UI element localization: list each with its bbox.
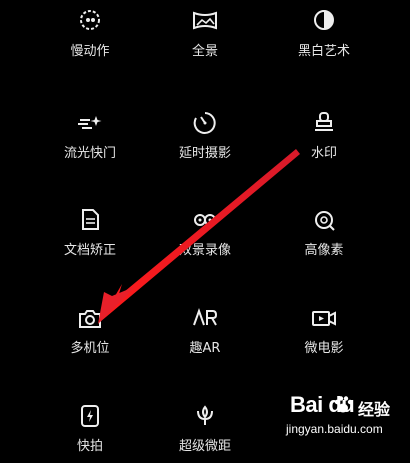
watermark-text: 经验 [358,400,391,419]
document-icon [74,207,106,239]
mode-light-painting[interactable]: 流光快门 [30,110,150,170]
mode-panorama[interactable]: 全景 [145,8,265,68]
mode-label: 全景 [191,44,218,59]
mode-time-lapse[interactable]: 延时摄影 [145,110,265,170]
super-macro-icon [189,403,221,435]
multi-camera-icon [74,305,106,337]
mode-dual-view[interactable]: 双景录像 [145,207,265,267]
time-lapse-icon [189,110,221,142]
mode-multi-camera[interactable]: 多机位 [30,305,150,365]
mode-label: 慢动作 [70,44,110,59]
mode-label: 高像素 [304,243,344,258]
mode-monochrome[interactable]: 黑白艺术 [264,8,384,68]
mode-label: 超级微距 [178,439,231,454]
mode-label: 文档矫正 [63,243,116,258]
mode-label: 流光快门 [63,146,116,161]
mode-label: 黑白艺术 [297,44,350,59]
mode-super-macro[interactable]: 超级微距 [145,403,265,463]
mode-label: 快拍 [76,439,103,454]
light-painting-icon [74,110,106,142]
slow-motion-icon [74,8,106,40]
mode-label: 双景录像 [178,243,231,258]
watermark-url: jingyan.baidu.com [286,422,383,436]
mode-label: 微电影 [304,341,344,356]
high-resolution-icon [308,207,340,239]
watermark-stamp-icon [308,110,340,142]
mode-label: 延时摄影 [178,146,231,161]
dual-view-icon [189,207,221,239]
panorama-icon [189,8,221,40]
quick-snap-icon [74,403,106,435]
mode-quick-snap[interactable]: 快拍 [30,403,150,463]
mode-ar[interactable]: 趣AR [145,305,265,365]
mode-document[interactable]: 文档矫正 [30,207,150,267]
camera-mode-grid: 慢动作 全景 黑白艺术 流光快门 延时摄影 水印 文档矫正 双景录像 高像素 多… [0,0,410,454]
mode-micro-movie[interactable]: 微电影 [264,305,384,365]
mode-label: 趣AR [189,341,221,356]
ar-icon [189,305,221,337]
mode-high-resolution[interactable]: 高像素 [264,207,384,267]
mode-label: 多机位 [70,341,110,356]
mode-slow-motion[interactable]: 慢动作 [30,8,150,68]
baidu-jingyan-watermark: Bai du 经验 jingyan.baidu.com [272,392,402,444]
monochrome-icon [308,8,340,40]
micro-movie-icon [308,305,340,337]
mode-watermark[interactable]: 水印 [264,110,384,170]
mode-label: 水印 [310,146,337,161]
paw-icon [334,396,353,413]
